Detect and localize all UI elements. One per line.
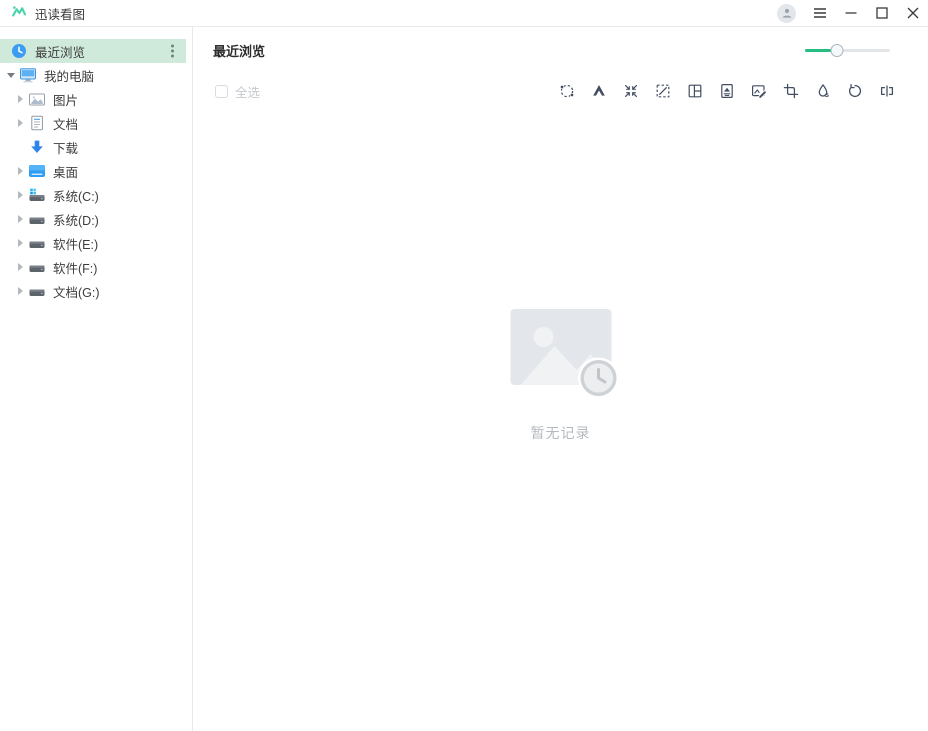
main-header: 最近浏览 bbox=[193, 27, 928, 57]
sidebar-item-label: 文档 bbox=[53, 114, 78, 133]
expander-right-icon[interactable] bbox=[13, 95, 27, 103]
rotate-icon bbox=[847, 83, 863, 99]
compress-button[interactable] bbox=[623, 83, 639, 99]
crop-button[interactable] bbox=[783, 83, 799, 99]
minimize-icon bbox=[845, 7, 857, 19]
person-icon bbox=[781, 7, 793, 19]
sidebar-item-drive-g[interactable]: 文档(G:) bbox=[0, 279, 192, 303]
drive-windows-icon bbox=[27, 188, 46, 202]
desktop-icon bbox=[27, 164, 46, 178]
drive-icon bbox=[27, 212, 46, 226]
id-photo-button[interactable] bbox=[719, 83, 735, 99]
resize-button[interactable] bbox=[655, 83, 671, 99]
sidebar-item-label: 文档(G:) bbox=[53, 282, 100, 301]
thumbnail-size-slider[interactable] bbox=[805, 44, 890, 57]
compress-icon bbox=[623, 83, 639, 99]
select-all-control[interactable]: 全选 bbox=[215, 82, 260, 101]
pictures-icon bbox=[27, 92, 46, 107]
toolbar-actions bbox=[559, 83, 895, 99]
minimize-button[interactable] bbox=[835, 0, 866, 26]
main-panel: 最近浏览 全选 bbox=[193, 27, 928, 731]
user-avatar[interactable] bbox=[777, 4, 796, 23]
crop-icon bbox=[783, 83, 799, 99]
documents-icon bbox=[27, 115, 46, 131]
sidebar-item-pictures[interactable]: 图片 bbox=[0, 87, 192, 111]
titlebar-left: 迅读看图 bbox=[0, 3, 85, 24]
close-icon bbox=[907, 7, 919, 19]
app-title: 迅读看图 bbox=[35, 4, 85, 23]
empty-state-text: 暂无记录 bbox=[531, 423, 591, 443]
sidebar-item-label: 桌面 bbox=[53, 162, 78, 181]
expander-right-icon[interactable] bbox=[13, 263, 27, 271]
sidebar-item-label: 系统(C:) bbox=[53, 186, 99, 205]
select-all-checkbox[interactable] bbox=[215, 85, 228, 98]
app-window: 迅读看图 bbox=[0, 0, 928, 731]
sidebar-item-downloads[interactable]: 下载 bbox=[0, 135, 192, 159]
sidebar-item-label: 下载 bbox=[53, 138, 78, 157]
sidebar-item-label: 软件(F:) bbox=[53, 258, 97, 277]
empty-state: 暂无记录 bbox=[493, 309, 628, 443]
titlebar-right bbox=[777, 0, 928, 26]
drive-icon bbox=[27, 284, 46, 298]
expander-right-icon[interactable] bbox=[13, 287, 27, 295]
sidebar-item-desktop[interactable]: 桌面 bbox=[0, 159, 192, 183]
sidebar-item-drive-c[interactable]: 系统(C:) bbox=[0, 183, 192, 207]
sidebar-item-drive-f[interactable]: 软件(F:) bbox=[0, 255, 192, 279]
window-body: 最近浏览 我的电脑 bbox=[0, 27, 928, 731]
menu-button[interactable] bbox=[804, 0, 835, 26]
sidebar-item-label: 图片 bbox=[53, 90, 78, 109]
titlebar: 迅读看图 bbox=[0, 0, 928, 27]
slider-thumb[interactable] bbox=[831, 44, 844, 57]
rename-button[interactable] bbox=[879, 83, 895, 99]
page-title: 最近浏览 bbox=[213, 41, 265, 60]
watermark-icon bbox=[815, 83, 831, 99]
hamburger-icon bbox=[813, 7, 827, 19]
maximize-icon bbox=[876, 7, 888, 19]
toolbar: 全选 bbox=[193, 81, 928, 101]
expander-right-icon[interactable] bbox=[13, 191, 27, 199]
pdf-icon bbox=[591, 83, 607, 99]
expander-right-icon[interactable] bbox=[13, 119, 27, 127]
sidebar-item-my-computer[interactable]: 我的电脑 bbox=[0, 63, 192, 87]
pdf-export-button[interactable] bbox=[591, 83, 607, 99]
sidebar: 最近浏览 我的电脑 bbox=[0, 27, 193, 731]
expander-right-icon[interactable] bbox=[13, 215, 27, 223]
expander-right-icon[interactable] bbox=[13, 167, 27, 175]
computer-icon bbox=[18, 67, 37, 83]
no-records-placeholder-icon bbox=[510, 309, 628, 409]
rotate-button[interactable] bbox=[847, 83, 863, 99]
resize-icon bbox=[655, 83, 671, 99]
sidebar-item-label: 我的电脑 bbox=[44, 66, 94, 85]
sidebar-item-label: 系统(D:) bbox=[53, 210, 99, 229]
sidebar-item-recent[interactable]: 最近浏览 bbox=[0, 39, 186, 63]
drive-icon bbox=[27, 260, 46, 274]
expander-down-icon[interactable] bbox=[4, 73, 18, 78]
edit-image-icon bbox=[751, 83, 767, 99]
convert-format-button[interactable] bbox=[559, 83, 575, 99]
sidebar-item-label: 最近浏览 bbox=[35, 42, 85, 61]
collage-icon bbox=[687, 83, 703, 99]
edit-image-button[interactable] bbox=[751, 83, 767, 99]
sidebar-item-label: 软件(E:) bbox=[53, 234, 98, 253]
expander-right-icon[interactable] bbox=[13, 239, 27, 247]
sidebar-item-documents[interactable]: 文档 bbox=[0, 111, 192, 135]
app-logo-icon bbox=[11, 3, 27, 24]
convert-icon bbox=[559, 83, 575, 99]
clock-icon bbox=[9, 43, 28, 59]
sidebar-item-drive-d[interactable]: 系统(D:) bbox=[0, 207, 192, 231]
recent-overflow-menu-icon[interactable] bbox=[168, 42, 177, 61]
download-icon bbox=[27, 139, 46, 155]
collage-button[interactable] bbox=[687, 83, 703, 99]
rename-icon bbox=[879, 83, 895, 99]
watermark-button[interactable] bbox=[815, 83, 831, 99]
id-photo-icon bbox=[719, 83, 735, 99]
maximize-button[interactable] bbox=[866, 0, 897, 26]
sidebar-item-drive-e[interactable]: 软件(E:) bbox=[0, 231, 192, 255]
close-button[interactable] bbox=[897, 0, 928, 26]
select-all-label: 全选 bbox=[235, 82, 260, 101]
drive-icon bbox=[27, 236, 46, 250]
